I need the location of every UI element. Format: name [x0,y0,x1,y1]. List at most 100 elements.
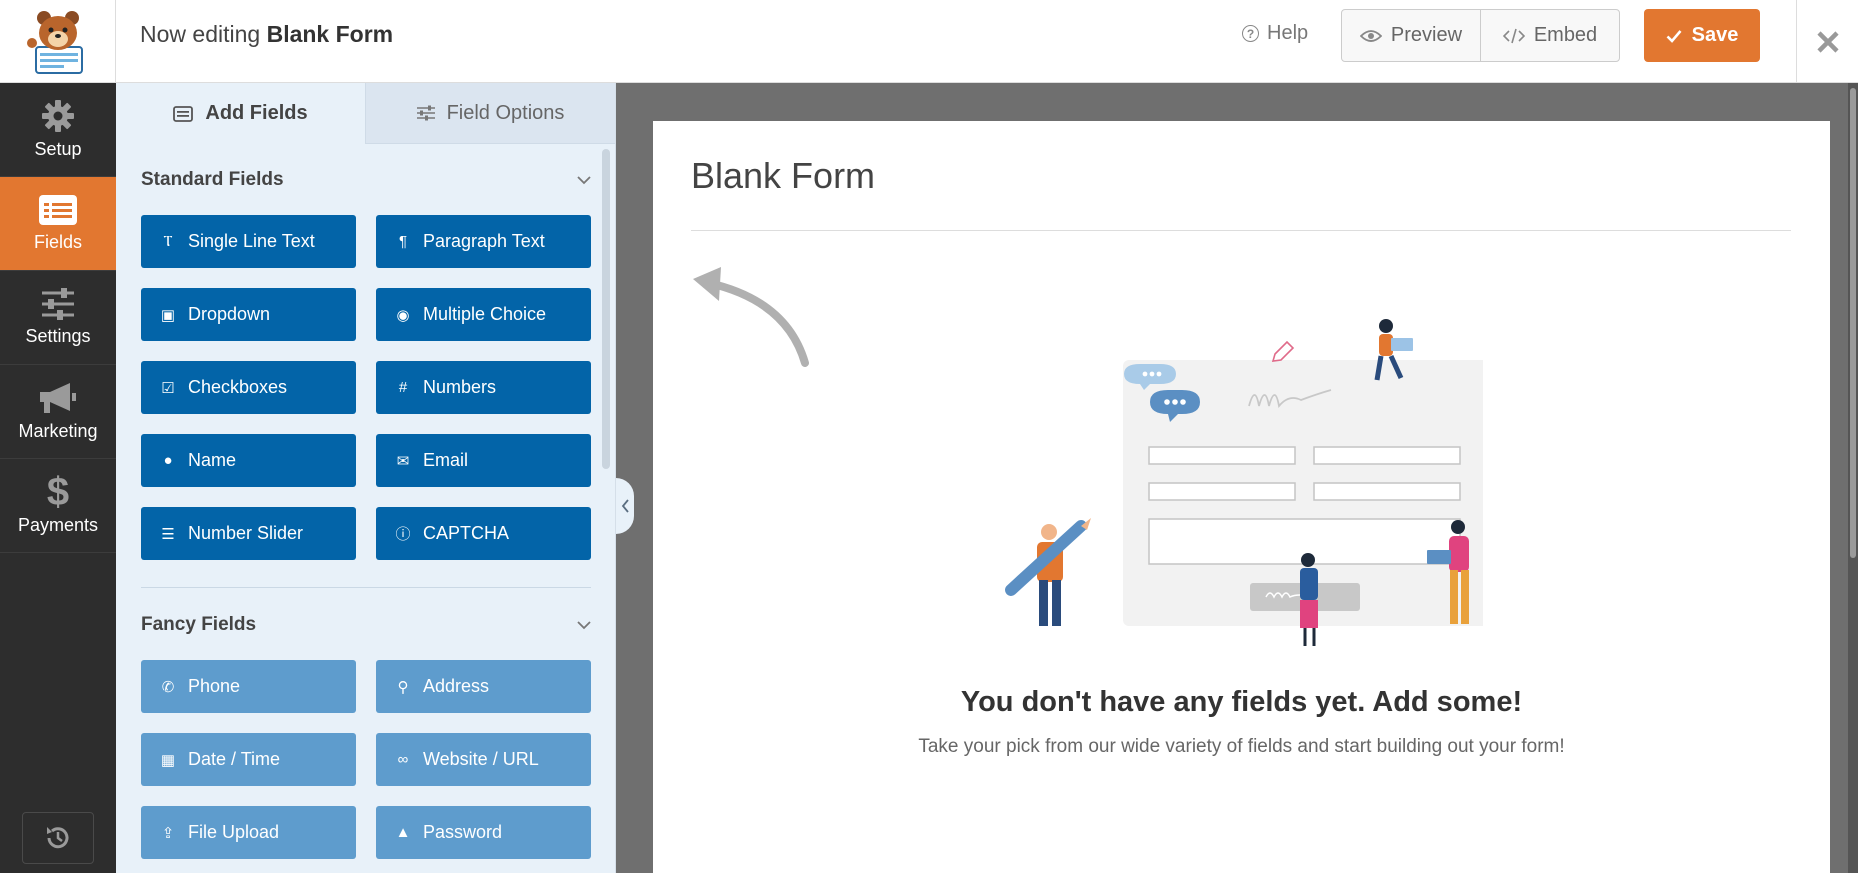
help-link[interactable]: ? Help [1242,22,1308,45]
bear-mascot-icon [26,10,83,74]
nav-item-setup[interactable]: Setup [0,83,116,177]
text-icon: Ⲧ [163,233,173,250]
tab-label-field-options: Field Options [446,101,565,124]
embed-button[interactable]: Embed [1480,10,1619,61]
history-icon [47,827,69,849]
revisions-button[interactable] [22,812,94,864]
preview-label: Preview [1390,24,1463,46]
hash-icon: # [398,379,408,396]
fancy-fields-title: Fancy Fields [141,614,257,635]
sliders-icon [416,105,435,121]
standard-fields-header[interactable]: Standard Fields [141,169,591,191]
field-paragraph-text[interactable]: ¶ Paragraph Text [376,215,591,268]
standard-fields-grid: Ⲧ Single Line Text ¶ Paragraph Text ▣ Dropd… [141,215,591,560]
field-number-slider[interactable]: ☰ Number Slider [141,507,356,560]
user-icon: ● [163,452,173,469]
form-title[interactable]: Blank Form [691,155,875,197]
field-label: Email [423,450,469,470]
nav-label-marketing: Marketing [18,421,98,441]
calendar-icon: ▦ [160,751,176,769]
field-label: Name [188,450,237,470]
empty-form-illustration [1005,319,1483,646]
field-checkboxes[interactable]: ☑ Checkboxes [141,361,356,414]
title-prefix: Now editing [140,21,261,47]
fancy-fields-header[interactable]: Fancy Fields [141,614,591,636]
field-multiple-choice[interactable]: ◉ Multiple Choice [376,288,591,341]
wpforms-logo [0,0,116,83]
field-name[interactable]: ● Name [141,434,356,487]
field-label: Address [423,676,490,696]
nav-item-marketing[interactable]: Marketing [0,365,116,459]
question-icon: ⓘ [395,526,411,543]
panel-scrollbar[interactable] [602,149,610,469]
nav-label-payments: Payments [17,515,99,535]
link-icon: ∞ [397,751,409,768]
save-label: Save [1691,24,1739,46]
field-label: File Upload [188,822,280,842]
envelope-icon: ✉ [396,452,410,470]
nav-label-fields: Fields [33,232,82,252]
close-icon [1816,30,1839,53]
save-button[interactable]: Save [1644,9,1760,62]
empty-state-subtext: Take your pick from our wide variety of … [918,736,1565,757]
form-preview-card: Blank Form You don't have any fields yet… [653,121,1830,873]
fancy-fields-grid: ✆ Phone ⚲ Address ▦ Date / Time ∞ Website / … [141,660,591,859]
map-pin-icon: ⚲ [397,678,409,696]
radio-icon: ◉ [396,306,410,324]
field-date-time[interactable]: ▦ Date / Time [141,733,356,786]
embed-label: Embed [1533,24,1598,46]
close-button[interactable] [1796,0,1858,83]
tab-field-options[interactable]: Field Options [366,83,615,144]
list-icon [173,105,194,122]
field-dropdown[interactable]: ▣ Dropdown [141,288,356,341]
field-numbers[interactable]: # Numbers [376,361,591,414]
standard-fields-title: Standard Fields [141,169,284,190]
nav-label-settings: Settings [25,326,91,346]
phone-icon: ✆ [161,678,175,696]
field-email[interactable]: ✉ Email [376,434,591,487]
field-password[interactable]: ▲ Password [376,806,591,859]
field-label: Date / Time [188,749,281,769]
preview-embed-group: Preview Embed [1341,9,1620,62]
megaphone-icon [40,383,76,413]
field-captcha[interactable]: ⓘ CAPTCHA [376,507,591,560]
tab-add-fields[interactable]: Add Fields [116,83,366,144]
field-website-url[interactable]: ∞ Website / URL [376,733,591,786]
help-icon: ? [1242,25,1259,42]
field-label: Password [423,822,503,842]
code-icon [1502,28,1525,43]
checkbox-icon: ☑ [161,379,175,397]
section-divider [141,587,591,588]
nav-item-fields[interactable]: Fields [0,177,116,271]
chevron-left-icon [621,499,629,513]
empty-state-heading: You don't have any fields yet. Add some! [960,686,1523,718]
field-label: Multiple Choice [423,304,547,324]
page-scrollbar-thumb[interactable] [1850,88,1856,558]
nav-label-setup: Setup [34,139,82,159]
field-label: Number Slider [188,523,304,543]
dropdown-icon: ▣ [160,306,176,324]
upload-icon: ⇪ [161,824,175,842]
field-address[interactable]: ⚲ Address [376,660,591,713]
field-single-line-text[interactable]: Ⲧ Single Line Text [141,215,356,268]
gear-icon [42,100,74,132]
page-title: Now editing Blank Form [140,21,393,48]
preview-button[interactable]: Preview [1342,10,1480,61]
paragraph-icon: ¶ [398,233,408,250]
form-title-divider [691,230,1791,231]
nav-item-settings[interactable]: Settings [0,271,116,365]
lock-icon: ▲ [395,824,411,841]
field-label: Checkboxes [188,377,288,397]
left-nav: Setup Fields Settings Marketing $ Paymen… [0,83,116,873]
field-label: Single Line Text [188,231,315,251]
field-label: Dropdown [188,304,271,324]
chevron-down-icon [577,620,591,629]
field-file-upload[interactable]: ⇪ File Upload [141,806,356,859]
fields-panel: Add Fields Field Options Standard Fields… [116,83,616,873]
chevron-down-icon [577,175,591,184]
help-label: Help [1267,22,1309,44]
nav-item-payments[interactable]: $ Payments [0,459,116,553]
field-phone[interactable]: ✆ Phone [141,660,356,713]
fields-list-icon [39,195,77,225]
form-name: Blank Form [266,21,394,47]
